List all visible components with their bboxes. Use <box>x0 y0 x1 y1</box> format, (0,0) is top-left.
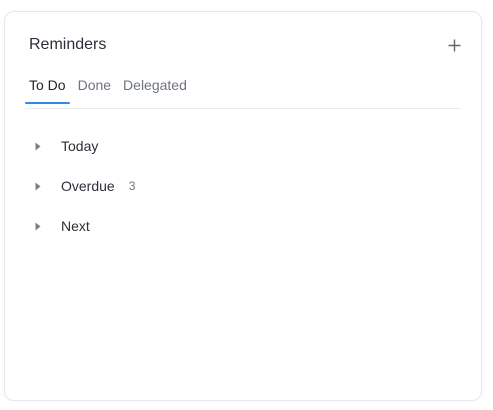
tab-done[interactable]: Done <box>74 72 115 103</box>
reminders-tabs: To Do Done Delegated <box>25 72 461 109</box>
group-label: Overdue <box>61 178 115 194</box>
caret-right-icon <box>35 138 51 154</box>
reminder-groups: Today Overdue 3 Next <box>29 126 457 246</box>
tab-delegated[interactable]: Delegated <box>119 72 191 103</box>
widget-title: Reminders <box>29 36 107 53</box>
caret-right-icon <box>35 218 51 234</box>
plus-icon <box>448 39 460 51</box>
caret-right-icon <box>35 178 51 194</box>
group-count-badge: 3 <box>128 179 136 193</box>
group-today[interactable]: Today <box>29 126 457 166</box>
group-next[interactable]: Next <box>29 206 457 246</box>
group-label: Today <box>61 138 99 154</box>
reminders-widget: Reminders To Do Done Delegated Today Ove… <box>4 11 482 401</box>
add-reminder-button[interactable] <box>445 36 463 54</box>
tab-to-do[interactable]: To Do <box>25 72 70 104</box>
group-overdue[interactable]: Overdue 3 <box>29 166 457 206</box>
group-label: Next <box>61 218 90 234</box>
widget-header: Reminders <box>29 34 463 56</box>
